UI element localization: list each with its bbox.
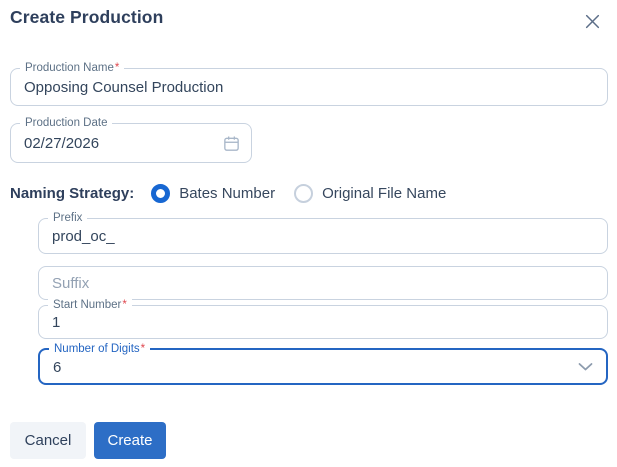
naming-strategy-row: Naming Strategy: Bates Number Original F… [10, 180, 446, 206]
chevron-down-icon[interactable] [578, 362, 593, 371]
prefix-input[interactable] [39, 219, 607, 253]
radio-label-original-file-name: Original File Name [322, 184, 447, 202]
close-icon [585, 14, 599, 28]
suffix-field [38, 266, 608, 300]
suffix-input[interactable] [39, 267, 607, 299]
close-button[interactable] [579, 8, 605, 34]
radio-label-bates-number: Bates Number [179, 184, 276, 202]
production-date-field: Production Date [10, 116, 252, 163]
radio-icon-bates-number[interactable] [151, 183, 171, 203]
radio-option-bates-number[interactable]: Bates Number [151, 183, 276, 203]
radio-option-original-file-name[interactable]: Original File Name [294, 183, 447, 203]
cancel-button[interactable]: Cancel [10, 422, 86, 459]
create-production-dialog: Create Production Production Name* Produ… [0, 0, 617, 467]
calendar-icon [223, 135, 239, 151]
start-number-input[interactable] [39, 306, 607, 338]
number-of-digits-select[interactable] [40, 350, 606, 383]
naming-strategy-label: Naming Strategy: [10, 184, 135, 202]
production-name-field: Production Name* [10, 61, 608, 106]
number-of-digits-field[interactable]: Number of Digits* [38, 342, 608, 385]
radio-icon-original-file-name[interactable] [294, 183, 314, 203]
dialog-title: Create Production [10, 7, 164, 27]
production-date-input[interactable] [11, 124, 251, 162]
prefix-field: Prefix [38, 211, 608, 254]
production-name-input[interactable] [11, 69, 607, 105]
create-button[interactable]: Create [94, 422, 166, 459]
date-picker-button[interactable] [220, 132, 242, 154]
start-number-field: Start Number* [38, 298, 608, 339]
